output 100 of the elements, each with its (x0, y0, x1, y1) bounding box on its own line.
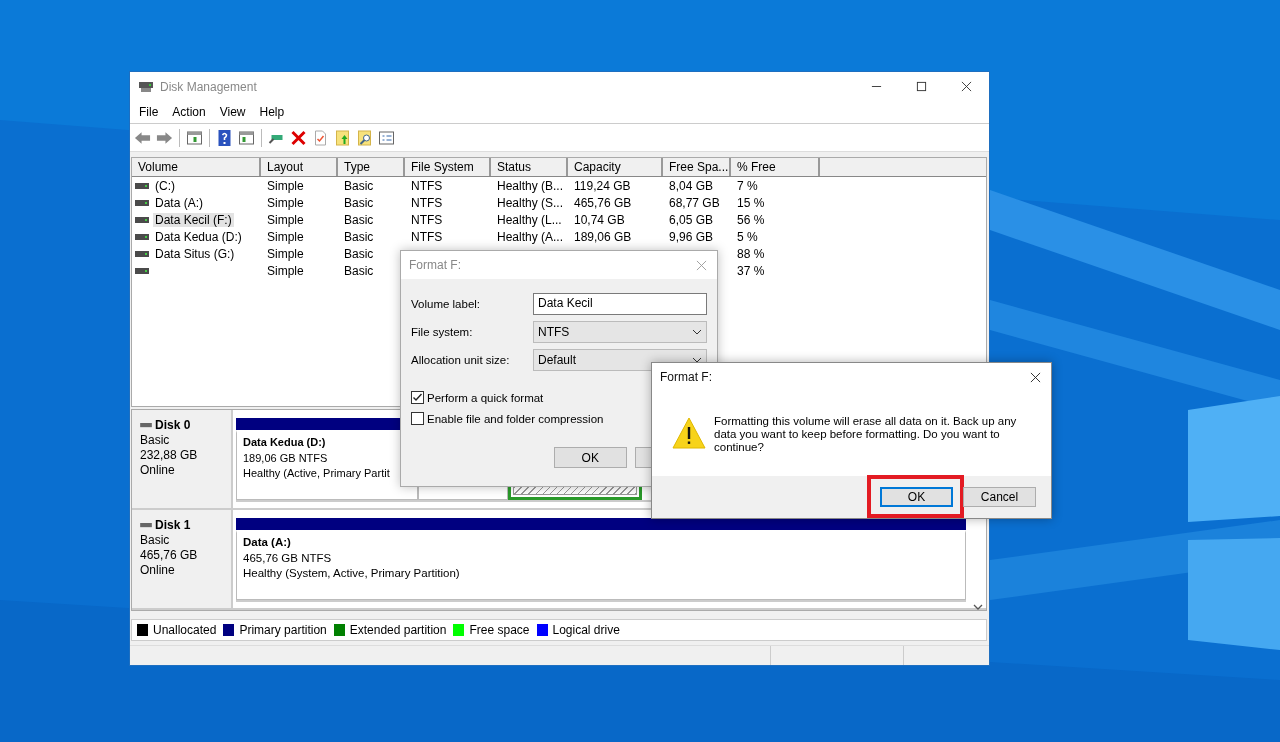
column-header[interactable]: Free Spa... (663, 158, 731, 176)
table-cell: 7 % (737, 178, 758, 193)
disk-name: Disk 1 (140, 518, 231, 533)
menu-item[interactable]: Action (165, 105, 213, 119)
partition-block[interactable]: Data (A:) 465,76 GB NTFS Healthy (System, Active, Primary Partition) (236, 530, 966, 600)
table-cell[interactable]: Data (A:) (153, 195, 205, 210)
properties-icon[interactable] (312, 129, 329, 146)
delete-icon[interactable] (290, 129, 307, 146)
table-cell: Healthy (S... (497, 195, 564, 210)
partition-name: Data Kedua (D:) (243, 435, 327, 450)
legend-label: Logical drive (552, 623, 620, 637)
table-cell: Simple (267, 229, 304, 244)
table-cell: Basic (344, 246, 374, 261)
partition-status: Healthy (Active, Primary Partit (243, 466, 391, 481)
menu-item[interactable]: View (212, 105, 253, 119)
table-cell: Simple (267, 178, 304, 193)
table-cell: Basic (344, 263, 374, 278)
window-title: Disk Management (160, 79, 257, 94)
field-label: Allocation unit size: (411, 354, 510, 366)
legend-label: Free space (469, 623, 530, 637)
drive-icon (135, 216, 149, 223)
table-cell: 37 % (737, 263, 765, 278)
disk-size: 465,76 GB (140, 548, 199, 563)
dialog-title: Format F: (660, 370, 712, 384)
disk-info-panel[interactable]: Disk 0 Basic 232,88 GB Online (132, 410, 233, 508)
folder-up-icon[interactable] (334, 129, 351, 146)
table-cell: NTFS (411, 229, 443, 244)
disk-type: Basic (140, 533, 171, 548)
drive-icon (135, 233, 149, 240)
disk-status: Online (140, 463, 176, 478)
dialog-button[interactable]: Cancel (963, 487, 1036, 507)
pane-icon[interactable] (238, 129, 255, 146)
folder-search-icon[interactable] (356, 129, 373, 146)
disk-size: 232,88 GB (140, 448, 199, 463)
column-header[interactable]: Status (491, 158, 568, 176)
forward-arrow-icon[interactable] (156, 129, 173, 146)
disk-name: Disk 0 (140, 418, 231, 433)
table-cell: Simple (267, 246, 304, 261)
partition-status: Healthy (System, Active, Primary Partition) (243, 566, 461, 581)
table-cell: Healthy (L... (497, 212, 562, 227)
menu-item[interactable]: Help (252, 105, 292, 119)
table-cell: 119,24 GB (574, 178, 631, 193)
table-cell: 88 % (737, 246, 765, 261)
warning-icon (672, 417, 706, 449)
partition-size: 189,06 GB NTFS (243, 450, 329, 466)
table-cell: Basic (344, 195, 374, 210)
drive-icon (135, 199, 149, 206)
ok-button[interactable]: OK (554, 447, 627, 468)
table-cell: NTFS (411, 195, 443, 210)
partition-name: Data (A:) (243, 535, 292, 550)
list-icon[interactable] (378, 129, 395, 146)
close-icon[interactable] (1030, 371, 1041, 383)
table-cell: NTFS (411, 178, 443, 193)
table-cell[interactable]: Data Situs (G:) (153, 246, 237, 261)
table-cell: 15 % (737, 195, 765, 210)
table-cell: Basic (344, 178, 374, 193)
table-cell[interactable]: Data Kecil (F:) (153, 212, 234, 227)
checkbox-label: Enable file and folder compression (427, 412, 604, 425)
column-header[interactable]: % Free (731, 158, 820, 176)
disk-info-panel[interactable]: Disk 1 Basic 465,76 GB Online (132, 510, 233, 608)
field-label: Volume label: (411, 298, 481, 310)
table-cell[interactable]: Data Kedua (D:) (153, 229, 244, 244)
table-cell: Simple (267, 212, 304, 227)
volume-label-field[interactable]: Data Kecil (533, 293, 707, 315)
field-label: File system: (411, 326, 473, 338)
checkbox[interactable] (411, 391, 424, 404)
legend-label: Extended partition (349, 623, 447, 637)
disk-type: Basic (140, 433, 171, 448)
drive-icon (135, 267, 149, 274)
partition-size: 465,76 GB NTFS (243, 550, 333, 566)
disk-drive-icon (138, 79, 154, 94)
column-header[interactable]: Volume (132, 158, 261, 176)
column-header[interactable]: Layout (261, 158, 338, 176)
table-cell: Basic (344, 229, 374, 244)
table-cell: Simple (267, 195, 304, 210)
checkbox-label: Perform a quick format (427, 391, 544, 404)
dropdown[interactable]: NTFS (533, 321, 707, 343)
table-cell: Healthy (A... (497, 229, 564, 244)
back-arrow-icon[interactable] (134, 129, 151, 146)
legend-label: Unallocated (153, 623, 217, 637)
table-cell: 5 % (737, 229, 758, 244)
checkbox[interactable] (411, 412, 424, 425)
drive-icon (135, 182, 149, 189)
dialog-button[interactable]: OK (880, 487, 953, 507)
close-icon[interactable] (961, 81, 972, 92)
help-icon[interactable] (216, 129, 233, 146)
pane-icon[interactable] (186, 129, 203, 146)
column-header[interactable]: File System (405, 158, 491, 176)
table-cell: 465,76 GB (574, 195, 632, 210)
table-cell[interactable]: (C:) (153, 178, 177, 193)
table-cell: 189,06 GB (574, 229, 632, 244)
table-cell: 8,04 GB (669, 178, 714, 193)
table-cell: 56 % (737, 212, 765, 227)
maximize-icon[interactable] (916, 81, 927, 92)
caret-icon[interactable] (692, 329, 702, 335)
scroll-down-icon[interactable] (973, 604, 983, 610)
table-cell: 10,74 GB (574, 212, 625, 227)
menu-item[interactable]: File (132, 105, 166, 119)
column-header[interactable]: Type (338, 158, 405, 176)
column-header[interactable]: Capacity (568, 158, 663, 176)
